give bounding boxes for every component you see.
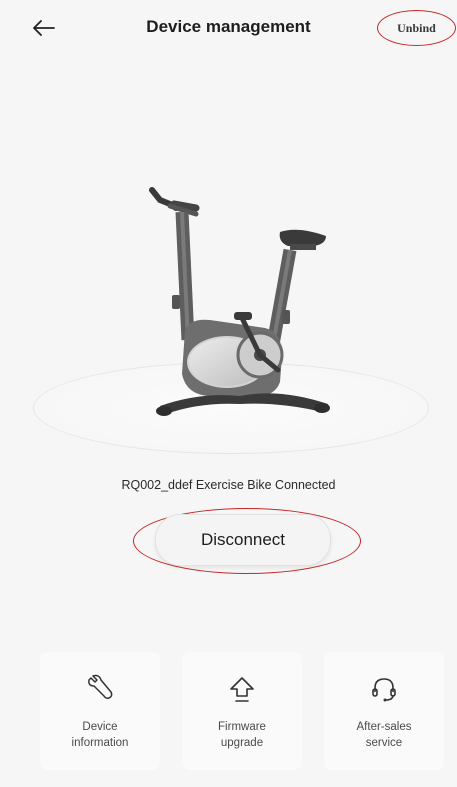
device-information-label: Device information	[71, 721, 129, 749]
firmware-upgrade-label: Firmware upgrade	[218, 721, 266, 749]
exercise-bike-icon	[149, 187, 330, 416]
unbind-area: Unbind	[377, 10, 456, 46]
after-sales-service-label: After-sales service	[356, 721, 412, 749]
headset-icon	[372, 678, 396, 702]
upload-arrow-icon	[230, 677, 254, 702]
connection-status: RQ002_ddef Exercise Bike Connected	[121, 478, 336, 492]
disconnect-button[interactable]: Disconnect	[155, 514, 331, 566]
wrench-icon	[88, 674, 113, 699]
after-sales-service-card[interactable]: After-sales service	[324, 652, 444, 770]
firmware-upgrade-card[interactable]: Firmware upgrade	[182, 652, 302, 770]
unbind-button[interactable]: Unbind	[377, 10, 456, 46]
device-information-card[interactable]: Device information	[40, 652, 160, 770]
header-bar: Device management Unbind	[0, 0, 457, 60]
